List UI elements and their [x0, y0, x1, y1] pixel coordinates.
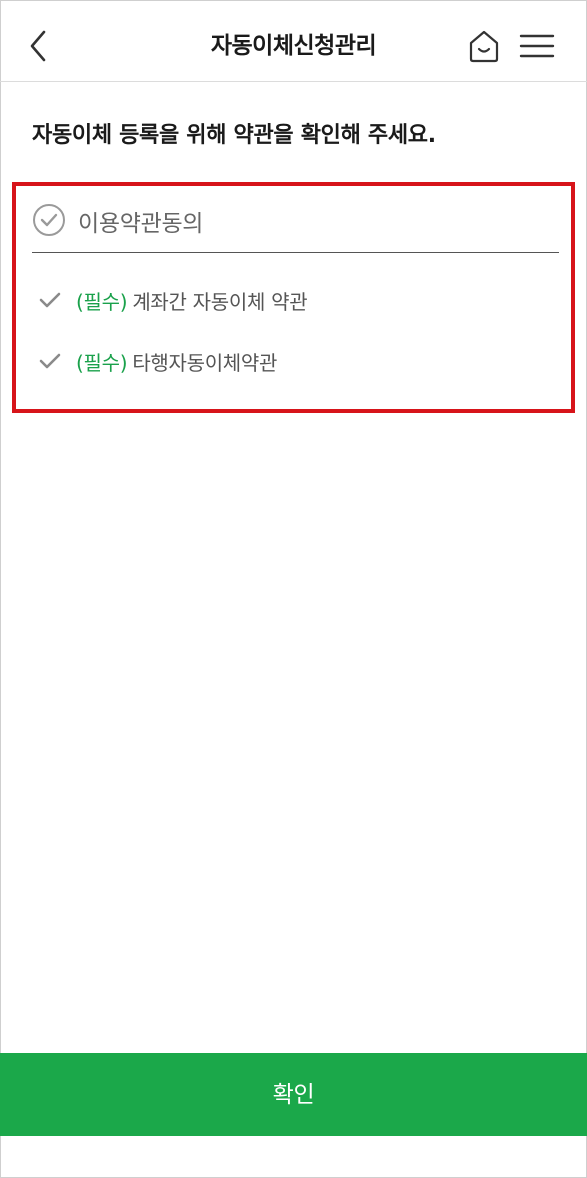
- term-item-account-transfer[interactable]: (필수) 계좌간 자동이체 약관: [36, 284, 536, 318]
- screen-frame: [0, 0, 587, 1178]
- agree-all-label: 이용약관동의: [78, 211, 204, 237]
- term-item-other-bank-transfer[interactable]: (필수) 타행자동이체약관: [36, 345, 536, 379]
- instruction-text: 자동이체 등록을 위해 약관을 확인해 주세요.: [32, 123, 436, 148]
- term-name: 타행자동이체약관: [132, 351, 278, 375]
- required-tag: (필수): [76, 351, 128, 375]
- confirm-button[interactable]: 확인: [0, 1053, 587, 1136]
- menu-button[interactable]: [518, 30, 556, 62]
- home-icon: [469, 30, 499, 63]
- app-header: 자동이체신청관리: [0, 0, 587, 82]
- required-tag: (필수): [76, 290, 128, 314]
- terms-section: 이용약관동의 (필수) 계좌간 자동이체 약관 (필수) 타행자동이체약관: [12, 182, 575, 413]
- check-icon: [39, 292, 61, 308]
- hamburger-menu-icon: [519, 34, 555, 58]
- term-name: 계좌간 자동이체 약관: [132, 290, 308, 314]
- home-button[interactable]: [466, 28, 502, 64]
- check-icon: [39, 353, 61, 369]
- agree-all-checkbox[interactable]: 이용약관동의: [32, 200, 559, 253]
- circle-check-icon: [33, 204, 65, 236]
